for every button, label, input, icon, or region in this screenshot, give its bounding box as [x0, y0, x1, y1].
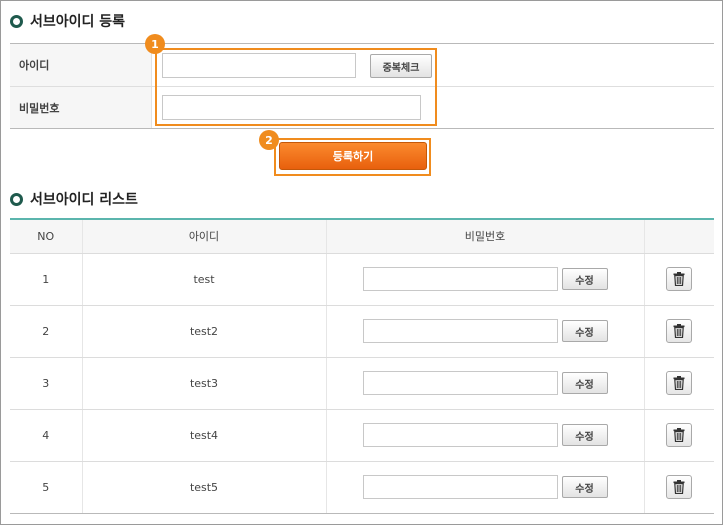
- circle-bullet-icon: [10, 14, 23, 28]
- table-row: 3 test3 수정: [10, 357, 714, 410]
- column-header-no: NO: [10, 219, 83, 254]
- step-marker-1: 1: [145, 34, 165, 54]
- row-actions-cell: [644, 409, 714, 462]
- password-label: 비밀번호: [10, 87, 152, 128]
- column-header-password: 비밀번호: [326, 219, 645, 254]
- column-header-id: 아이디: [82, 219, 327, 254]
- table-row: 5 test5 수정: [10, 461, 714, 514]
- row-password-cell: 수정: [326, 305, 645, 358]
- trash-icon: [673, 324, 685, 338]
- step-marker-2: 2: [259, 130, 279, 150]
- row-actions-cell: [644, 253, 714, 306]
- row-password-input[interactable]: [362, 267, 558, 291]
- edit-button[interactable]: 수정: [561, 320, 608, 342]
- column-header-actions: [644, 219, 714, 254]
- table-header-row: NO 아이디 비밀번호: [10, 219, 714, 254]
- table-row: 2 test2 수정: [10, 305, 714, 358]
- row-id: test5: [82, 461, 327, 514]
- row-id: test3: [82, 357, 327, 410]
- register-section-title: 서브아이디 등록: [10, 11, 125, 31]
- delete-button[interactable]: [666, 319, 693, 343]
- row-no: 1: [10, 253, 83, 306]
- row-no: 4: [10, 409, 83, 462]
- delete-button[interactable]: [666, 475, 693, 499]
- row-no: 3: [10, 357, 83, 410]
- circle-bullet-icon: [10, 192, 23, 206]
- edit-button[interactable]: 수정: [561, 372, 608, 394]
- row-password-cell: 수정: [326, 461, 645, 514]
- table-row: 1 test 수정: [10, 253, 714, 306]
- row-password-input[interactable]: [362, 319, 558, 343]
- row-no: 5: [10, 461, 83, 514]
- row-no: 2: [10, 305, 83, 358]
- delete-button[interactable]: [666, 371, 693, 395]
- row-actions-cell: [644, 357, 714, 410]
- trash-icon: [673, 428, 685, 442]
- row-password-cell: 수정: [326, 409, 645, 462]
- row-password-cell: 수정: [326, 253, 645, 306]
- register-section-title-text: 서브아이디 등록: [30, 14, 126, 30]
- subid-list-table: NO 아이디 비밀번호 1 test 수정 2 test2 수정 3 test3…: [10, 218, 714, 514]
- table-row: 4 test4 수정: [10, 409, 714, 462]
- row-password-cell: 수정: [326, 357, 645, 410]
- delete-button[interactable]: [666, 423, 693, 447]
- row-actions-cell: [644, 461, 714, 514]
- delete-button[interactable]: [666, 267, 693, 291]
- list-section-title: 서브아이디 리스트: [10, 189, 138, 209]
- row-password-input[interactable]: [362, 475, 558, 499]
- row-password-input[interactable]: [362, 371, 558, 395]
- edit-button[interactable]: 수정: [561, 268, 608, 290]
- row-actions-cell: [644, 305, 714, 358]
- register-button[interactable]: 등록하기: [279, 142, 427, 170]
- trash-icon: [673, 376, 685, 390]
- id-label: 아이디: [10, 44, 152, 86]
- list-section-title-text: 서브아이디 리스트: [30, 192, 138, 208]
- highlight-box-1: [155, 48, 437, 126]
- edit-button[interactable]: 수정: [561, 424, 608, 446]
- trash-icon: [673, 272, 685, 286]
- row-id: test4: [82, 409, 327, 462]
- row-id: test: [82, 253, 327, 306]
- row-id: test2: [82, 305, 327, 358]
- trash-icon: [673, 480, 685, 494]
- edit-button[interactable]: 수정: [561, 476, 608, 498]
- row-password-input[interactable]: [362, 423, 558, 447]
